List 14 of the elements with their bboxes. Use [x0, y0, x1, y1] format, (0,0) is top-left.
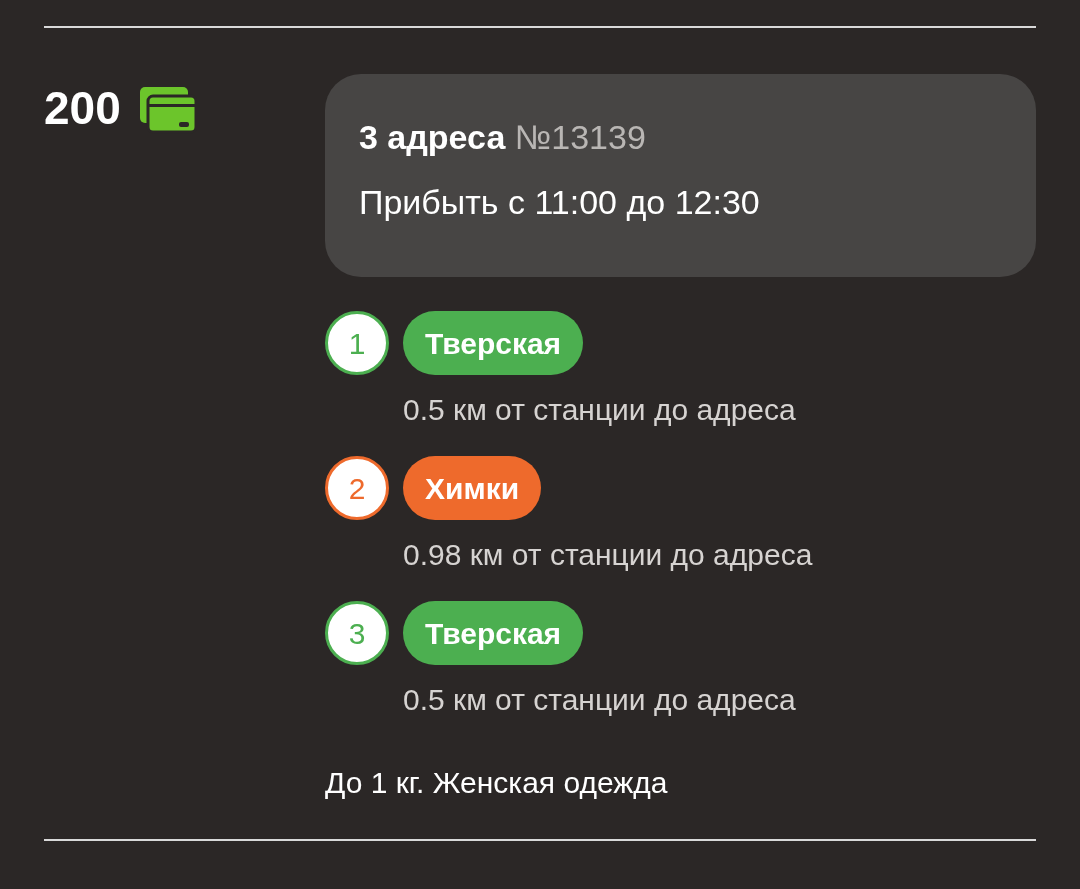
station-distance: 0.98 км от станции до адреса	[403, 537, 814, 573]
station-distance: 0.5 км от станции до адреса	[403, 682, 797, 718]
station-badge: Тверская	[403, 601, 584, 665]
arrival-time: Прибыть с 11:00 до 12:30	[359, 182, 761, 223]
price: 200	[44, 85, 121, 131]
stop-number: 1	[325, 311, 389, 375]
station-badge: Химки	[403, 456, 542, 520]
station-badge: Тверская	[403, 311, 584, 375]
order-title: 3 адреса	[359, 118, 506, 156]
station-distance: 0.5 км от станции до адреса	[403, 392, 797, 428]
order-note: До 1 кг. Женская одежда	[325, 765, 669, 801]
order-number: №13139	[514, 118, 646, 156]
stop-number: 3	[325, 601, 389, 665]
stop-number: 2	[325, 456, 389, 520]
